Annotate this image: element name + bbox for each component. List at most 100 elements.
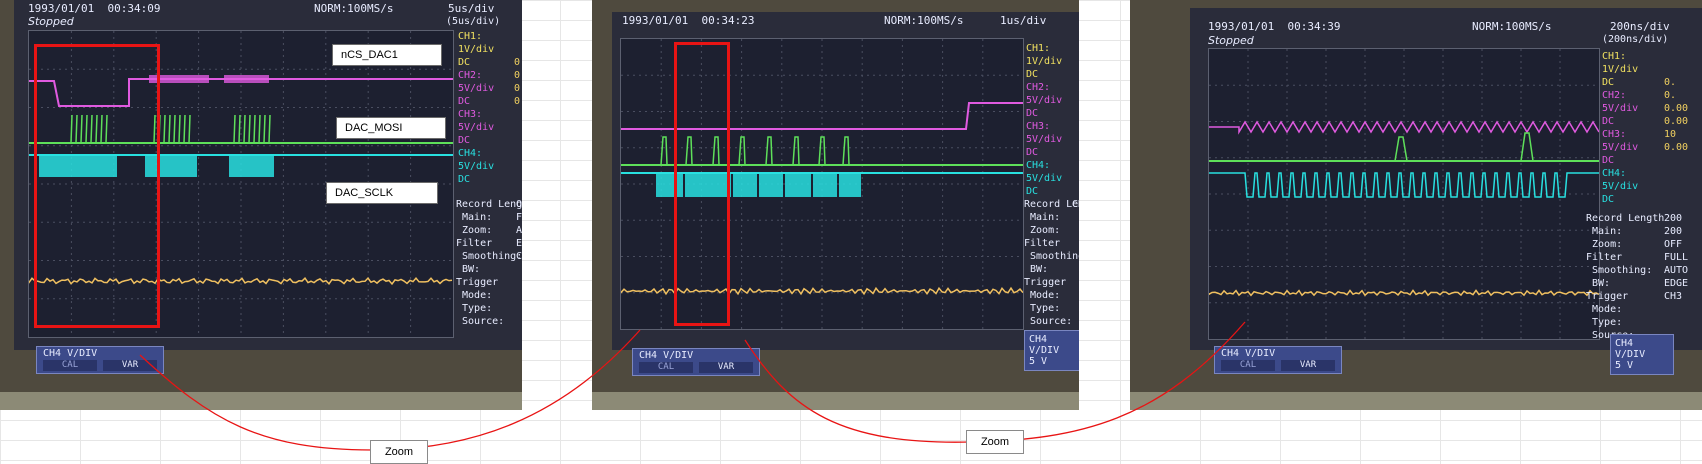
settings-line: Smoothing: [456, 251, 522, 262]
settings-line: Type: [456, 303, 493, 314]
cal-button[interactable]: CAL [639, 362, 693, 373]
cal-button[interactable]: CAL [43, 360, 97, 371]
right_values-line: 0. [514, 70, 522, 81]
label-ncs-dac1: nCS_DAC1 [332, 44, 442, 66]
channels-line: 1V/div [1602, 64, 1639, 75]
trace-mosi-pulse [660, 136, 668, 166]
settings-line: Main: [1024, 212, 1061, 223]
var-button[interactable]: VAR [699, 362, 753, 373]
settings-line: Zoom: [1586, 239, 1623, 250]
scope-screen-3: 1993/01/01 00:34:39 Stopped NORM:100MS/s… [1190, 8, 1702, 375]
channel-readouts: 0. 0. 0.00 0.00 10 0.00 [1664, 76, 1688, 154]
channels-line: 5V/div [458, 83, 495, 94]
settings-line: Record Length [456, 199, 522, 210]
acquisition-values: OF FUL AUTO EDGE CH3 [516, 198, 522, 263]
trace-mosi-pulse [163, 114, 166, 144]
settings-line: Filter [1024, 238, 1061, 249]
ch4-vdiv-readout: CH4 V/DIV 5 V [1024, 330, 1079, 371]
settings_values-line: CH3 [516, 251, 522, 262]
ctrl-line: V/DIV [1615, 349, 1646, 360]
zoom-region-highlight [34, 44, 160, 328]
settings-line: BW: [456, 264, 481, 275]
settings-line: Mode: [1024, 290, 1061, 301]
var-button[interactable]: VAR [103, 360, 157, 371]
channels-line: DC [1602, 155, 1615, 166]
channels-line: CH3: [1026, 121, 1051, 132]
channel-settings: CH1: 1V/div DC CH2: 5V/div DC CH3: 5V/div DC CH4:… [1602, 50, 1638, 206]
settings-line: Record Le [1024, 199, 1079, 210]
settings_values-line: CH [1072, 199, 1079, 210]
settings_values-line: FUL [516, 212, 522, 223]
acquisition-settings: Record Length Main: Zoom: Filter Smoothin… [1586, 212, 1664, 342]
ctrl-line: V/DIV [1029, 345, 1060, 356]
var-button[interactable]: VAR [1281, 360, 1335, 371]
trace-mosi-pulse [792, 136, 800, 166]
settings-line: Zoom: [1024, 225, 1061, 236]
settings-line: Record Length [1586, 213, 1665, 224]
ctrl-line: 5 V [1615, 360, 1634, 371]
scope-bezel [1130, 392, 1702, 410]
channels-line: 5V/div [1602, 142, 1639, 153]
right_values-line: 0. [1664, 77, 1677, 88]
scope-grid-svg [1209, 49, 1599, 339]
channels-line: DC [1602, 77, 1615, 88]
settings-line: BW: [1024, 264, 1049, 275]
settings-line: Source: [456, 316, 505, 327]
acquisition-settings: Record Le Main: Zoom: Filter Smoothing: B… [1024, 198, 1079, 328]
channels-line: 1V/div [1026, 56, 1063, 67]
channels-line: 5V/div [458, 122, 495, 133]
trace-sclk-burst [839, 173, 861, 197]
zoom-label-2: Zoom [966, 430, 1024, 454]
channel-settings: CH1: 1V/div DC CH2: 5V/div DC CH3: 5V/div DC CH4:… [1026, 42, 1062, 198]
sample-rate: NORM:100MS/s [1472, 20, 1552, 33]
trace-mosi-pulse [765, 136, 773, 166]
channels-line: DC [1026, 147, 1039, 158]
right_values-line: 0.00 [1664, 142, 1689, 153]
settings-line: Trigger [1586, 291, 1629, 302]
trace-mosi-pulse [173, 114, 176, 144]
channels-line: 5V/div [1026, 95, 1063, 106]
trace-sclk-burst [733, 173, 757, 197]
channels-line: DC [1026, 108, 1039, 119]
status-stopped: Stopped [1208, 34, 1254, 47]
settings-line: Smoothing: [1586, 265, 1653, 276]
settings_values-line: OF [516, 199, 522, 210]
zoom-label-1: Zoom [370, 440, 428, 464]
ch4-vdiv-menu[interactable]: CH4 V/DIV CAL VAR [1214, 346, 1342, 374]
settings_values-line: AUTO [516, 225, 522, 236]
trace-mosi-pulse [1520, 132, 1534, 162]
channels-line: 1V/div [458, 44, 495, 55]
right_values-line: 0 [514, 57, 521, 68]
settings-line: Filter [456, 238, 493, 249]
ch4-vdiv-menu[interactable]: CH4 V/DIV CAL VAR [632, 348, 760, 376]
trace-mosi-pulse [253, 114, 256, 144]
channels-line: CH1: [458, 31, 483, 42]
trace-mosi-pulse [258, 114, 261, 144]
ctrl-line: CH4 [1029, 334, 1048, 345]
trace-mosi-pulse [183, 114, 186, 144]
trace-sclk-burst [813, 173, 837, 197]
timebase-zoom: (200ns/div) [1602, 34, 1669, 45]
right_values-line: 0.00 [1664, 103, 1689, 114]
cal-button[interactable]: CAL [1221, 360, 1275, 371]
channel-settings: CH1: 1V/div DC CH2: 5V/div DC CH3: 5V/div DC CH4:… [458, 30, 494, 186]
timebase: 5us/div [448, 2, 495, 15]
settings-line: Zoom: [456, 225, 493, 236]
channels-line: CH2: [458, 70, 483, 81]
channels-line: CH2: [1026, 82, 1051, 93]
settings-line: Mode: [1586, 304, 1623, 315]
trace-ch4 [1209, 289, 1599, 297]
acquisition-values: CH [1072, 198, 1079, 211]
settings-line: Trigger [456, 277, 499, 288]
settings_values-line: AUTO [1664, 265, 1689, 276]
trace-mosi-pulse [178, 114, 181, 144]
right_values-line: 0. [1664, 90, 1677, 101]
acquisition-values: 200 200 OFF FULL AUTO EDGE CH3 [1664, 212, 1688, 303]
channels-line: DC [458, 96, 471, 107]
trace-mosi-pulse [268, 114, 271, 144]
channels-line: CH1: [1602, 51, 1627, 62]
ch4-vdiv-menu[interactable]: CH4 V/DIV CAL VAR [36, 346, 164, 374]
trace-mosi-pulse [168, 114, 171, 144]
channels-line: CH3: [458, 109, 483, 120]
ch4-vdiv-readout: CH4 V/DIV 5 V [1610, 334, 1674, 375]
